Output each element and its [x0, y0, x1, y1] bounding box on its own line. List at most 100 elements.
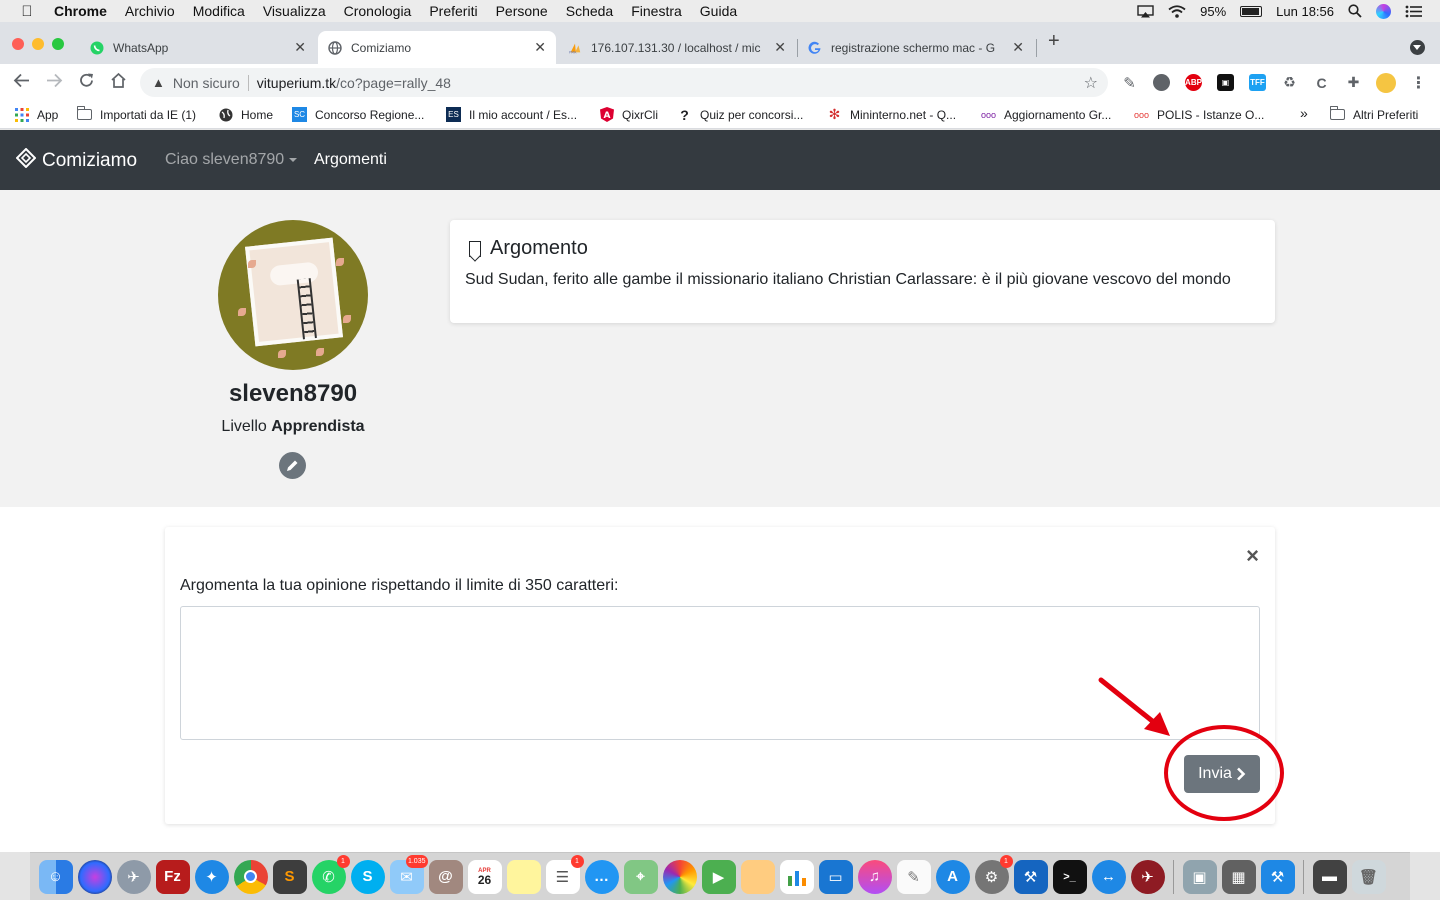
- bookmark-star-icon[interactable]: ☆: [1084, 73, 1098, 93]
- terminal-icon[interactable]: >_: [1052, 859, 1087, 894]
- maps-icon[interactable]: ⌖: [623, 859, 658, 894]
- close-form-icon[interactable]: ×: [1246, 543, 1259, 569]
- xcode-doc-icon[interactable]: ⚒: [1260, 859, 1295, 894]
- code-extension-icon[interactable]: C: [1313, 74, 1330, 91]
- photos-icon[interactable]: [662, 859, 697, 894]
- skype-icon[interactable]: S: [350, 859, 385, 894]
- preview-icon[interactable]: ✉ 1.035: [389, 854, 428, 894]
- bookmark-mio-account[interactable]: ES Il mio account / Es...: [446, 107, 577, 122]
- bookmark-aggiornamento[interactable]: ooo Aggiornamento Gr...: [981, 107, 1111, 122]
- forward-arrow-icon[interactable]: [46, 72, 63, 94]
- url-text[interactable]: vituperium.tk/co?page=rally_48: [257, 75, 451, 91]
- menu-preferiti[interactable]: Preferiti: [420, 3, 486, 19]
- keynote-icon[interactable]: [740, 859, 775, 894]
- siri-dock-icon[interactable]: [77, 859, 112, 894]
- tff-extension-icon[interactable]: TFF: [1249, 74, 1266, 91]
- music-icon[interactable]: ♫: [857, 859, 892, 894]
- close-tab-icon[interactable]: ✕: [294, 39, 306, 56]
- menu-finestra[interactable]: Finestra: [622, 3, 691, 19]
- site-brand[interactable]: Comiziamo: [15, 147, 137, 174]
- close-tab-icon[interactable]: ✕: [534, 39, 546, 56]
- extension-toggle-icon[interactable]: [1153, 74, 1170, 91]
- extensions-puzzle-icon[interactable]: ✚: [1345, 74, 1362, 91]
- finder-icon[interactable]: ☺: [38, 859, 73, 894]
- messages-icon[interactable]: …: [584, 859, 619, 894]
- back-arrow-icon[interactable]: [13, 72, 30, 94]
- bookmark-altri-preferiti[interactable]: Altri Preferiti: [1329, 106, 1418, 122]
- bookmark-app[interactable]: App: [14, 107, 58, 122]
- adblock-plus-icon[interactable]: ABP: [1185, 74, 1202, 91]
- launchpad-icon[interactable]: ✈: [116, 859, 151, 894]
- textedit-icon[interactable]: ✎: [896, 859, 931, 894]
- menu-scheda[interactable]: Scheda: [557, 3, 622, 19]
- bookmark-home[interactable]: Home: [218, 107, 273, 122]
- zoom-window-button[interactable]: [52, 38, 64, 50]
- safari-icon[interactable]: ✦: [194, 859, 229, 894]
- bookmarks-overflow-chevron[interactable]: »: [1300, 105, 1308, 121]
- tab-google-search[interactable]: registrazione schermo mac - G ✕: [798, 31, 1034, 64]
- bookmark-polis[interactable]: ooo POLIS - Istanze O...: [1134, 107, 1264, 122]
- keynote-podium-icon[interactable]: ▭: [818, 859, 853, 894]
- extension-black-icon[interactable]: ▣: [1217, 74, 1234, 91]
- notification-center-icon[interactable]: [1405, 5, 1422, 18]
- tab-whatsapp[interactable]: WhatsApp ✕: [80, 31, 316, 64]
- bookmark-importati-ie[interactable]: Importati da IE (1): [76, 106, 196, 122]
- menu-persone[interactable]: Persone: [487, 3, 557, 19]
- tab-comiziamo[interactable]: Comiziamo ✕: [318, 31, 556, 64]
- menu-archivio[interactable]: Archivio: [116, 3, 184, 19]
- nav-link-argomenti[interactable]: Argomenti: [314, 151, 387, 169]
- spotlight-search-icon[interactable]: [1348, 4, 1362, 18]
- menubar-clock[interactable]: Lun 18:56: [1276, 4, 1334, 19]
- chrome-menu-icon[interactable]: ⋮: [1410, 74, 1427, 92]
- close-tab-icon[interactable]: ✕: [774, 39, 786, 56]
- image-capture-icon[interactable]: ▣: [1182, 859, 1217, 894]
- numbers-icon[interactable]: [779, 859, 814, 894]
- xcode-icon[interactable]: ⚒: [1013, 859, 1048, 894]
- siri-icon[interactable]: [1376, 3, 1391, 19]
- tab-phpmyadmin[interactable]: PMA 176.107.131.30 / localhost / mic ✕: [558, 31, 796, 64]
- user-dropdown[interactable]: Ciao sleven8790: [165, 151, 298, 169]
- menu-visualizza[interactable]: Visualizza: [254, 3, 335, 19]
- notes-icon[interactable]: [506, 859, 541, 894]
- tab-search-icon[interactable]: [1410, 40, 1425, 55]
- new-tab-plus-icon[interactable]: +: [1048, 30, 1060, 53]
- system-preferences-icon[interactable]: ⚙ 1: [974, 854, 1013, 894]
- airplay-icon[interactable]: [1137, 4, 1154, 18]
- menu-cronologia[interactable]: Cronologia: [335, 3, 421, 19]
- warning-triangle-icon[interactable]: ▲: [152, 75, 165, 90]
- bookmark-mininterno[interactable]: ✻ Mininterno.net - Q...: [827, 106, 956, 122]
- filezilla-icon[interactable]: Fz: [155, 859, 190, 894]
- menu-modifica[interactable]: Modifica: [184, 3, 254, 19]
- eyedropper-extension-icon[interactable]: ✎: [1121, 74, 1138, 92]
- reminders-icon[interactable]: ☰ 1: [545, 854, 584, 894]
- menu-app-name[interactable]: Chrome: [54, 3, 116, 19]
- facetime-icon[interactable]: ▶: [701, 859, 736, 894]
- battery-icon[interactable]: [1240, 5, 1263, 17]
- bookmark-quiz-concorsi[interactable]: ? Quiz per concorsi...: [677, 107, 803, 123]
- apple-menu-icon[interactable]: : [0, 3, 54, 20]
- home-icon[interactable]: [110, 72, 127, 94]
- bookmark-qixrcli[interactable]: A QixrCli: [599, 107, 658, 122]
- menu-guida[interactable]: Guida: [691, 3, 746, 19]
- profile-avatar-icon[interactable]: [1376, 73, 1396, 93]
- wifi-icon[interactable]: [1168, 4, 1186, 18]
- close-tab-icon[interactable]: ✕: [1012, 39, 1024, 56]
- contacts-icon[interactable]: @: [428, 859, 463, 894]
- recycle-extension-icon[interactable]: ♻: [1281, 74, 1298, 91]
- reload-icon[interactable]: [78, 72, 95, 94]
- close-window-button[interactable]: [12, 38, 24, 50]
- bookmark-concorso-regione[interactable]: SC Concorso Regione...: [292, 107, 424, 122]
- teamviewer-icon[interactable]: ↔: [1091, 859, 1126, 894]
- minimized-window-icon[interactable]: ▬: [1312, 859, 1347, 894]
- address-bar[interactable]: ▲ Non sicuro vituperium.tk/co?page=rally…: [140, 68, 1108, 97]
- airmail-icon[interactable]: ✈: [1130, 859, 1165, 894]
- app-store-icon[interactable]: A: [935, 859, 970, 894]
- trash-icon[interactable]: 🗑: [1351, 859, 1386, 894]
- calendar-icon[interactable]: APR 26: [467, 859, 502, 894]
- calculator-icon[interactable]: ▦: [1221, 859, 1256, 894]
- whatsapp-dock-icon[interactable]: ✆ 1: [311, 854, 350, 894]
- chrome-dock-icon[interactable]: [233, 859, 268, 894]
- minimize-window-button[interactable]: [32, 38, 44, 50]
- edit-profile-button[interactable]: [279, 452, 306, 479]
- security-label[interactable]: Non sicuro: [173, 75, 240, 91]
